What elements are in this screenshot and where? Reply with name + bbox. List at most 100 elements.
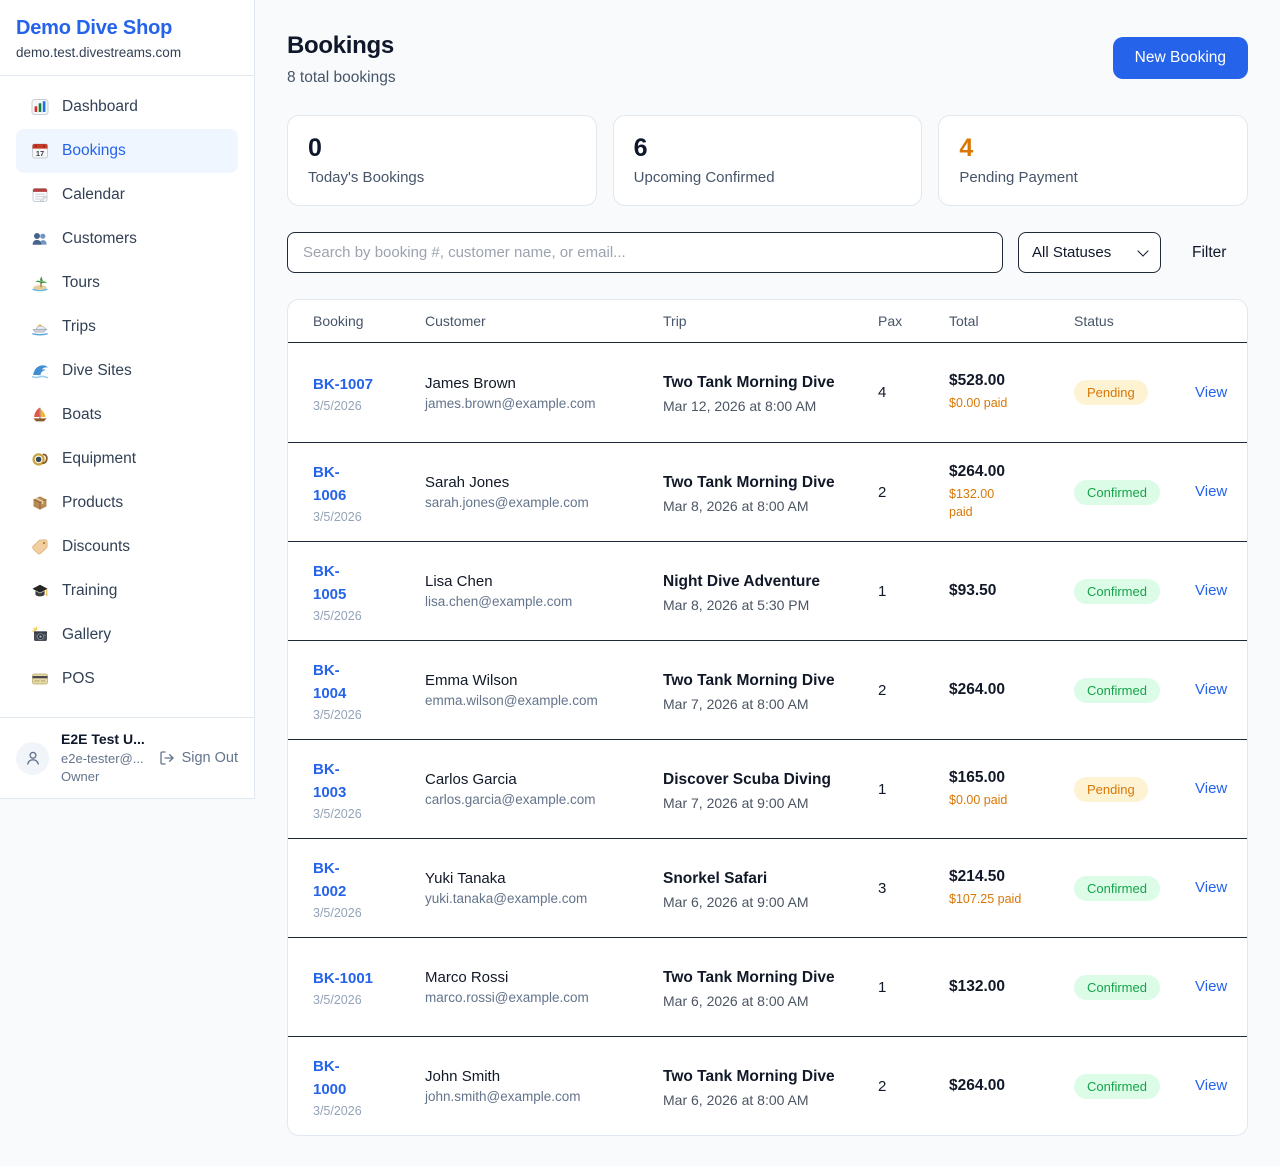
- page-title: Bookings: [287, 32, 396, 60]
- view-link[interactable]: View: [1195, 483, 1227, 500]
- user-role: Owner: [61, 768, 145, 786]
- sidebar-item-label: POS: [62, 670, 95, 688]
- customer-email: james.brown@example.com: [425, 396, 663, 411]
- sidebar-item-label: Boats: [62, 406, 102, 424]
- booking-id-link[interactable]: BK-1007: [313, 373, 373, 396]
- status-badge: Confirmed: [1074, 579, 1160, 604]
- trip-cell: Discover Scuba Diving Mar 7, 2026 at 9:0…: [663, 768, 878, 811]
- boats-sailboat-icon: [30, 406, 49, 425]
- table-body: BK-1007 3/5/2026 James Brown james.brown…: [288, 343, 1247, 1135]
- trip-cell: Night Dive Adventure Mar 8, 2026 at 5:30…: [663, 570, 878, 613]
- calendar-icon: [30, 186, 49, 205]
- view-link[interactable]: View: [1195, 384, 1227, 401]
- booking-cell: BK-1002 3/5/2026: [313, 857, 425, 921]
- search-input[interactable]: [287, 232, 1003, 273]
- actions-cell: View: [1195, 879, 1227, 897]
- status-select[interactable]: All Statuses: [1018, 232, 1161, 273]
- customer-cell: Emma Wilson emma.wilson@example.com: [425, 672, 663, 708]
- trip-datetime: Mar 7, 2026 at 9:00 AM: [663, 795, 878, 811]
- page-header: Bookings 8 total bookings New Booking: [287, 32, 1248, 87]
- sidebar-item-gallery[interactable]: Gallery: [16, 613, 238, 657]
- customer-cell: Yuki Tanaka yuki.tanaka@example.com: [425, 870, 663, 906]
- booking-date: 3/5/2026: [313, 510, 425, 524]
- booking-cell: BK-1004 3/5/2026: [313, 659, 425, 723]
- sidebar-item-bookings[interactable]: 17 Bookings: [16, 129, 238, 173]
- customer-email: emma.wilson@example.com: [425, 693, 663, 708]
- sidebar-item-dashboard[interactable]: Dashboard: [16, 85, 238, 129]
- gallery-camera-icon: [30, 626, 49, 645]
- booking-id-link[interactable]: BK-1001: [313, 967, 373, 990]
- sidebar-item-dive-sites[interactable]: Dive Sites: [16, 349, 238, 393]
- booking-id-link[interactable]: BK-1004: [313, 659, 355, 706]
- customers-icon: [30, 230, 49, 249]
- new-booking-button[interactable]: New Booking: [1113, 37, 1248, 79]
- sign-out-button[interactable]: Sign Out: [159, 750, 238, 766]
- sidebar-item-trips[interactable]: Trips: [16, 305, 238, 349]
- actions-cell: View: [1195, 384, 1227, 402]
- pax-count: 4: [878, 384, 949, 401]
- booking-id-link[interactable]: BK-1006: [313, 461, 355, 508]
- column-header-trip: Trip: [663, 313, 878, 329]
- sidebar-item-equipment[interactable]: Equipment: [16, 437, 238, 481]
- booking-id-link[interactable]: BK-1000: [313, 1055, 355, 1102]
- pax-count: 2: [878, 682, 949, 699]
- filter-button[interactable]: Filter: [1192, 244, 1226, 262]
- booking-id-link[interactable]: BK-1005: [313, 560, 355, 607]
- trip-name: Two Tank Morning Dive: [663, 966, 838, 989]
- booking-cell: BK-1003 3/5/2026: [313, 758, 425, 822]
- total-amount: $93.50: [949, 582, 1074, 600]
- trip-datetime: Mar 6, 2026 at 8:00 AM: [663, 1092, 878, 1108]
- column-header-booking: Booking: [313, 313, 425, 329]
- view-link[interactable]: View: [1195, 1077, 1227, 1094]
- status-badge: Confirmed: [1074, 975, 1160, 1000]
- total-amount: $132.00: [949, 978, 1074, 996]
- stat-card-upcoming-confirmed: 6 Upcoming Confirmed: [613, 115, 923, 206]
- view-link[interactable]: View: [1195, 582, 1227, 599]
- booking-id-link[interactable]: BK-1003: [313, 758, 355, 805]
- sidebar-item-products[interactable]: Products: [16, 481, 238, 525]
- user-info: E2E Test U... e2e-tester@... Owner: [61, 730, 145, 786]
- booking-date: 3/5/2026: [313, 1104, 425, 1118]
- booking-date: 3/5/2026: [313, 993, 425, 1007]
- sidebar-item-label: Trips: [62, 318, 96, 336]
- page-subtitle: 8 total bookings: [287, 69, 396, 87]
- sidebar-item-calendar[interactable]: Calendar: [16, 173, 238, 217]
- sidebar-item-tours[interactable]: Tours: [16, 261, 238, 305]
- sidebar: Demo Dive Shop demo.test.divestreams.com…: [0, 0, 255, 799]
- booking-id-link[interactable]: BK-1002: [313, 857, 355, 904]
- view-link[interactable]: View: [1195, 780, 1227, 797]
- view-link[interactable]: View: [1195, 879, 1227, 896]
- trip-cell: Two Tank Morning Dive Mar 7, 2026 at 8:0…: [663, 669, 878, 712]
- sidebar-item-customers[interactable]: Customers: [16, 217, 238, 261]
- trip-cell: Two Tank Morning Dive Mar 8, 2026 at 8:0…: [663, 471, 878, 514]
- equipment-mask-icon: [30, 450, 49, 469]
- sidebar-item-boats[interactable]: Boats: [16, 393, 238, 437]
- view-link[interactable]: View: [1195, 681, 1227, 698]
- view-link[interactable]: View: [1195, 978, 1227, 995]
- table-header-row: Booking Customer Trip Pax Total Status: [288, 300, 1247, 343]
- booking-cell: BK-1006 3/5/2026: [313, 461, 425, 525]
- customer-email: marco.rossi@example.com: [425, 990, 663, 1005]
- sidebar-item-discounts[interactable]: Discounts: [16, 525, 238, 569]
- sidebar-item-training[interactable]: Training: [16, 569, 238, 613]
- customer-cell: James Brown james.brown@example.com: [425, 375, 663, 411]
- customer-email: carlos.garcia@example.com: [425, 792, 663, 807]
- main-content: Bookings 8 total bookings New Booking 0 …: [255, 0, 1280, 1166]
- trip-datetime: Mar 6, 2026 at 8:00 AM: [663, 993, 878, 1009]
- customer-cell: John Smith john.smith@example.com: [425, 1068, 663, 1104]
- trip-datetime: Mar 8, 2026 at 8:00 AM: [663, 498, 878, 514]
- total-cell: $264.00: [949, 681, 1074, 699]
- total-cell: $93.50: [949, 582, 1074, 600]
- sidebar-item-label: Training: [62, 582, 117, 600]
- total-cell: $132.00: [949, 978, 1074, 996]
- trip-name: Snorkel Safari: [663, 867, 838, 890]
- total-cell: $264.00 $132.00 paid: [949, 463, 1074, 523]
- table-row: BK-1000 3/5/2026 John Smith john.smith@e…: [288, 1036, 1247, 1135]
- total-cell: $165.00 $0.00 paid: [949, 769, 1074, 810]
- sign-out-label: Sign Out: [182, 750, 238, 766]
- total-amount: $528.00: [949, 372, 1074, 390]
- shop-name: Demo Dive Shop: [16, 17, 238, 40]
- status-badge: Confirmed: [1074, 480, 1160, 505]
- sidebar-item-pos[interactable]: POS: [16, 657, 238, 701]
- total-cell: $214.50 $107.25 paid: [949, 868, 1074, 909]
